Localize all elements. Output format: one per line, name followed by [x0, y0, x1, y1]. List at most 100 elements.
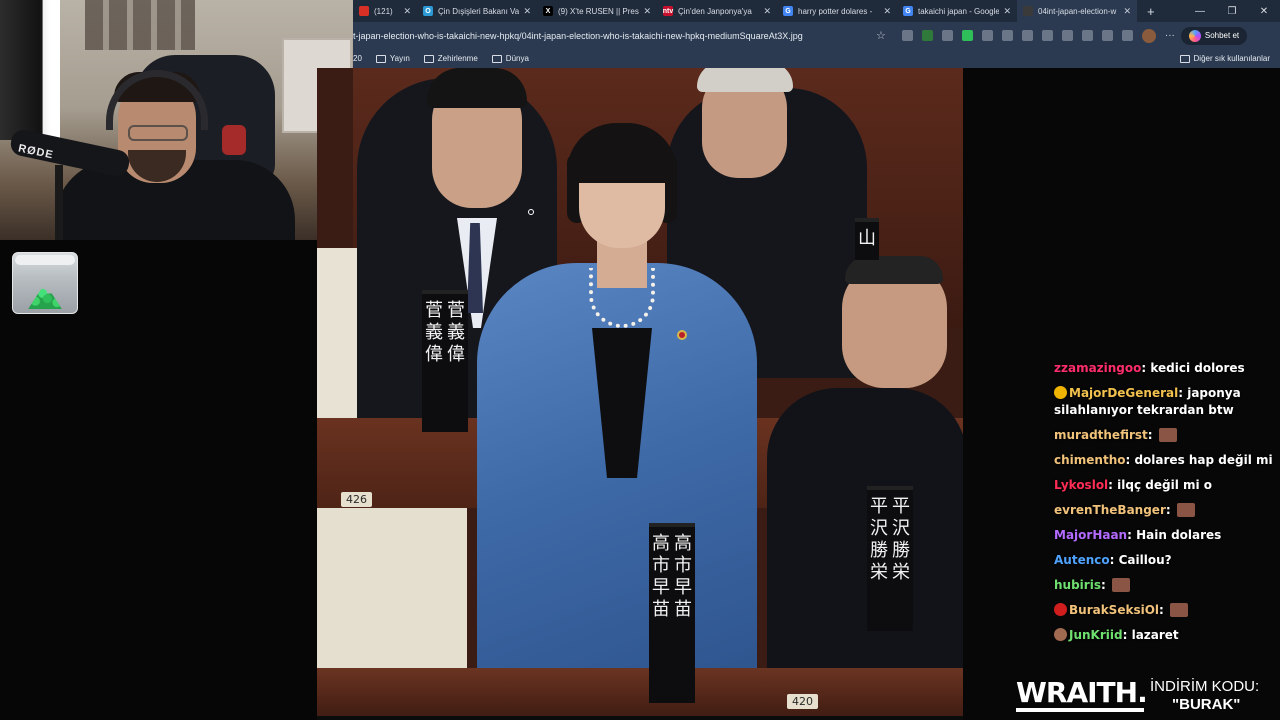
nameplate-top-right: 山 — [855, 218, 879, 260]
close-window-icon[interactable]: ✕ — [1248, 6, 1280, 17]
user-badge-icon — [1054, 386, 1067, 399]
bookmark-folder-zehirlenme[interactable]: Zehirlenme — [423, 54, 478, 63]
copilot-chat-button[interactable]: Sohbet et — [1180, 26, 1248, 45]
nameplate-char: 市 — [674, 555, 692, 576]
chat-username[interactable]: JunKriid — [1069, 628, 1123, 642]
extensions-puzzle-icon[interactable] — [1041, 30, 1053, 41]
tab-label: Çin'den Janponya'ya — [678, 6, 752, 16]
chat-message: evrenTheBanger: — [1054, 502, 1274, 519]
green-gems — [28, 283, 62, 309]
stream-screen: RØDE (121) ✕ O Çin Dışişleri Bakanı Va ✕ X (9)… — [0, 0, 1280, 720]
gem-jar-widget — [12, 252, 78, 314]
chat-username[interactable]: Lykoslol — [1054, 478, 1108, 492]
chat-username[interactable]: MajorHaan — [1054, 528, 1127, 542]
nameplate-column: 平沢勝栄 — [892, 496, 910, 625]
sponsor-brand: WRAITH. — [1016, 676, 1148, 709]
minimize-icon[interactable]: — — [1184, 6, 1216, 17]
tab-close-icon[interactable]: ✕ — [883, 6, 891, 17]
browser-tab[interactable]: ntv Çin'den Janponya'ya ✕ — [657, 0, 777, 22]
browser-tab[interactable]: Gharry potter dolares - ✕ — [777, 0, 897, 22]
favorite-star-icon[interactable]: ☆ — [876, 29, 886, 42]
extension-icon[interactable] — [941, 30, 953, 41]
user-badge-icon — [1054, 628, 1067, 641]
browser-tab[interactable]: O Çin Dışişleri Bakanı Va ✕ — [417, 0, 537, 22]
more-options-icon[interactable]: ··· — [1165, 30, 1175, 41]
extension-icon[interactable] — [981, 30, 993, 41]
browser-tab[interactable]: X (9) X'te RUSEN || Press ✕ — [537, 0, 657, 22]
tab-close-icon[interactable]: ✕ — [763, 6, 771, 17]
nameplate-char: 苗 — [674, 599, 692, 620]
nameplate-char: 菅 — [447, 300, 465, 321]
tab-close-icon[interactable]: ✕ — [1123, 6, 1131, 17]
collections-icon[interactable] — [1101, 30, 1113, 41]
url-field[interactable]: t-japan-election-who-is-takaichi-new-hpk… — [353, 26, 888, 46]
browser-tab[interactable]: 04int-japan-election-w ✕ — [1017, 0, 1137, 22]
left-overlay-panel — [0, 240, 317, 720]
sponsor-banner: WRAITH. İNDİRİM KODU: "BURAK" — [1016, 676, 1276, 716]
nameplate-char: 平 — [870, 496, 888, 517]
chat-message: zzamazingoo: kedici dolores — [1054, 360, 1274, 377]
chat-username[interactable]: MajorDeGeneral — [1069, 386, 1178, 400]
extension-icon[interactable] — [961, 30, 973, 41]
folder-icon — [423, 54, 434, 63]
chat-text: kedici dolores — [1150, 361, 1245, 375]
nameplate-center: 高市早苗高市早苗 — [649, 523, 695, 703]
chat-separator: : — [1178, 386, 1188, 400]
chat-text: lazaret — [1131, 628, 1179, 642]
extension-icon[interactable] — [921, 30, 933, 41]
webcam-feed: RØDE — [0, 0, 353, 240]
favorites-icon[interactable] — [1061, 30, 1073, 41]
other-bookmarks[interactable]: Diğer sık kullanılanlar — [1179, 54, 1270, 63]
nameplate-right: 平沢勝栄平沢勝栄 — [867, 486, 913, 631]
chat-username[interactable]: hubiris — [1054, 578, 1101, 592]
profile-avatar[interactable] — [1141, 28, 1156, 43]
chat-emote-icon — [1111, 578, 1130, 592]
tab-favicon-icon — [359, 6, 369, 16]
chat-username[interactable]: Autenco — [1054, 553, 1110, 567]
browser-tab[interactable]: (121) ✕ — [353, 0, 417, 22]
chat-message: chimentho: dolares hap değil mi — [1054, 452, 1274, 469]
new-tab-icon[interactable]: + — [1137, 4, 1165, 19]
chat-message: JunKriid: lazaret — [1054, 627, 1274, 644]
bookmark-folder-yayin[interactable]: Yayın — [375, 54, 410, 63]
mic-arm — [55, 165, 63, 240]
discount-code-label: İNDİRİM KODU: — [1150, 678, 1260, 695]
tab-close-icon[interactable]: ✕ — [1003, 6, 1011, 17]
tab-label: (9) X'te RUSEN || Press — [558, 6, 640, 16]
split-screen-icon[interactable] — [1021, 30, 1033, 41]
man-right-hair — [845, 256, 943, 284]
heart-icon[interactable] — [1081, 30, 1093, 41]
chat-message: Lykoslol: ilqç değil mi o — [1054, 477, 1274, 494]
desk-number: 426 — [341, 492, 372, 507]
tab-favicon-icon: G — [903, 6, 913, 16]
tab-label: 04int-japan-election-w — [1038, 6, 1117, 16]
folder-icon — [375, 54, 386, 63]
nameplate-char: 栄 — [870, 562, 888, 583]
nameplate-char: 沢 — [870, 518, 888, 539]
refresh-icon[interactable] — [1001, 30, 1013, 41]
chat-message: muradthefirst: — [1054, 427, 1274, 444]
bookmark-folder-dunya[interactable]: Dünya — [491, 54, 529, 63]
tab-close-icon[interactable]: ✕ — [403, 6, 411, 17]
chat-username[interactable]: evrenTheBanger — [1054, 503, 1166, 517]
discount-code: "BURAK" — [1172, 696, 1241, 713]
chat-separator: : — [1147, 428, 1157, 442]
chat-username[interactable]: muradthefirst — [1054, 428, 1148, 442]
nameplate-char: 山 — [858, 228, 876, 249]
tab-close-icon[interactable]: ✕ — [523, 6, 531, 17]
chat-separator: : — [1122, 628, 1132, 642]
tab-close-icon[interactable]: ✕ — [643, 6, 651, 17]
extension-icon[interactable] — [901, 30, 913, 41]
bookmark-item[interactable]: 20 — [353, 54, 362, 63]
front-desk — [317, 668, 963, 716]
maximize-icon[interactable]: ❐ — [1216, 6, 1248, 17]
nameplate-left: 菅義偉菅義偉 — [422, 290, 468, 432]
browser-tab[interactable]: Gtakaichi japan - Google ✕ — [897, 0, 1017, 22]
chat-username[interactable]: BurakSeksiOl — [1069, 603, 1159, 617]
nameplate-column: 高市早苗 — [674, 533, 692, 697]
downloads-icon[interactable] — [1121, 30, 1133, 41]
chat-username[interactable]: zzamazingoo — [1054, 361, 1141, 375]
chat-username[interactable]: chimentho — [1054, 453, 1125, 467]
nameplate-char: 勝 — [892, 540, 910, 561]
chat-separator: : — [1159, 603, 1169, 617]
